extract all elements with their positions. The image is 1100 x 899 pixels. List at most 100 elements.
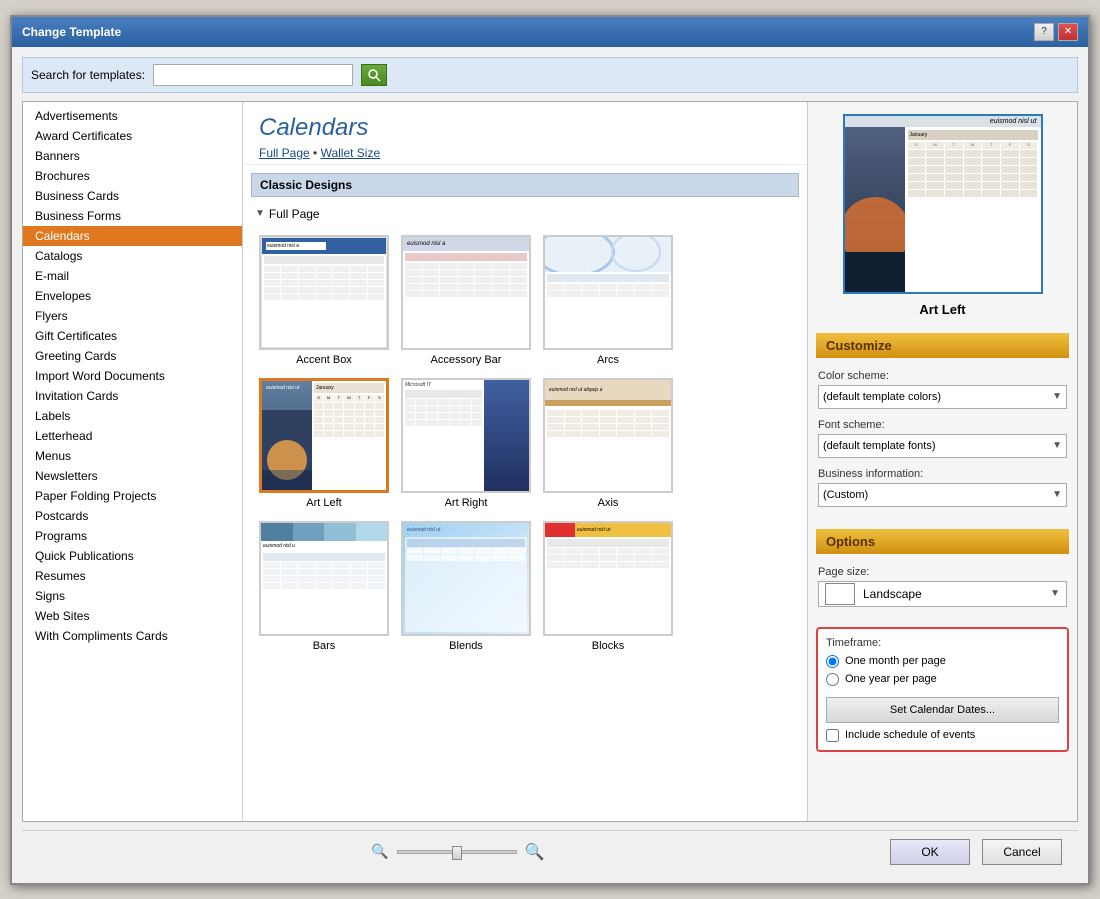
business-info-arrow: ▼ — [1052, 489, 1062, 500]
timeframe-box: Timeframe: One month per page One year p… — [816, 627, 1069, 752]
font-scheme-dropdown[interactable]: (default template fonts) ▼ — [818, 434, 1067, 458]
template-item-blends[interactable]: euismod nisl ut — [401, 521, 531, 652]
template-thumb-axis[interactable]: euismod nisl ut aliquip a — [543, 378, 673, 493]
sidebar-item-email[interactable]: E-mail — [23, 266, 242, 286]
subsection-label: Full Page — [269, 207, 320, 221]
sidebar-item-with-compliments[interactable]: With Compliments Cards — [23, 626, 242, 646]
page-size-dropdown[interactable]: Landscape ▼ — [818, 581, 1067, 607]
help-button[interactable]: ? — [1034, 23, 1054, 41]
accessory-bar-preview: euismod nisl a — [403, 237, 529, 348]
sidebar-item-web-sites[interactable]: Web Sites — [23, 606, 242, 626]
sidebar-item-advertisements[interactable]: Advertisements — [23, 106, 242, 126]
ok-button[interactable]: OK — [890, 839, 970, 865]
zoom-slider[interactable] — [397, 850, 517, 854]
sidebar-item-flyers[interactable]: Flyers — [23, 306, 242, 326]
sidebar-item-calendars[interactable]: Calendars — [23, 226, 242, 246]
left-panel[interactable]: Advertisements Award Certificates Banner… — [23, 102, 243, 821]
sidebar-item-brochures[interactable]: Brochures — [23, 166, 242, 186]
dialog-title: Change Template — [22, 25, 121, 39]
template-item-blocks[interactable]: euismod nisl ut — [543, 521, 673, 652]
sidebar-item-newsletters[interactable]: Newsletters — [23, 466, 242, 486]
radio-year-label: One year per page — [845, 673, 937, 685]
options-section: Page size: Landscape ▼ — [808, 558, 1077, 623]
dialog-window: Change Template ? ✕ Search for templates… — [10, 15, 1090, 885]
radio-month-label: One month per page — [845, 655, 946, 667]
radio-year-per-page[interactable]: One year per page — [826, 673, 1059, 686]
sidebar-item-envelopes[interactable]: Envelopes — [23, 286, 242, 306]
section-header-classic: Classic Designs — [251, 173, 799, 197]
preview-label: Art Left — [919, 302, 965, 317]
template-sizes: Full Page • Wallet Size — [259, 146, 791, 160]
customize-section: Color scheme: (default template colors) … — [808, 362, 1077, 525]
search-bar: Search for templates: — [22, 57, 1078, 93]
set-calendar-dates-button[interactable]: Set Calendar Dates... — [826, 697, 1059, 723]
template-item-bars[interactable]: euismod nisl u — [259, 521, 389, 652]
template-thumb-art-right[interactable]: Microsoft IT — [401, 378, 531, 493]
color-scheme-value: (default template colors) — [823, 391, 941, 403]
color-scheme-dropdown[interactable]: (default template colors) ▼ — [818, 385, 1067, 409]
sidebar-item-postcards[interactable]: Postcards — [23, 506, 242, 526]
templates-grid: euismod nisl a — [251, 231, 799, 664]
sidebar-item-quick-publications[interactable]: Quick Publications — [23, 546, 242, 566]
template-item-arcs[interactable]: Arcs — [543, 235, 673, 366]
include-schedule-option[interactable]: Include schedule of events — [826, 729, 1059, 742]
radio-month-per-page[interactable]: One month per page — [826, 655, 1059, 668]
radio-month-input[interactable] — [826, 655, 839, 668]
template-item-accent-box[interactable]: euismod nisl a — [259, 235, 389, 366]
bars-preview: euismod nisl u — [261, 523, 387, 634]
zoom-out-icon[interactable]: 🔍 — [371, 843, 388, 860]
template-thumb-accent-box[interactable]: euismod nisl a — [259, 235, 389, 350]
sidebar-item-programs[interactable]: Programs — [23, 526, 242, 546]
template-item-art-left[interactable]: euismod nisl ut January — [259, 378, 389, 509]
template-thumb-bars[interactable]: euismod nisl u — [259, 521, 389, 636]
include-schedule-checkbox[interactable] — [826, 729, 839, 742]
sidebar-item-letterhead[interactable]: Letterhead — [23, 426, 242, 446]
template-thumb-arcs[interactable] — [543, 235, 673, 350]
sidebar-item-business-forms[interactable]: Business Forms — [23, 206, 242, 226]
template-thumb-accessory-bar[interactable]: euismod nisl a — [401, 235, 531, 350]
templates-scroll[interactable]: Classic Designs ▼ Full Page euismod nisl… — [243, 165, 807, 821]
close-button[interactable]: ✕ — [1058, 23, 1078, 41]
sidebar-item-menus[interactable]: Menus — [23, 446, 242, 466]
search-button[interactable] — [361, 64, 387, 86]
collapse-icon[interactable]: ▼ — [255, 208, 265, 219]
template-name-art-left: Art Left — [306, 497, 341, 509]
sidebar-item-signs[interactable]: Signs — [23, 586, 242, 606]
business-info-dropdown[interactable]: (Custom) ▼ — [818, 483, 1067, 507]
sidebar-item-invitation-cards[interactable]: Invitation Cards — [23, 386, 242, 406]
sidebar-item-labels[interactable]: Labels — [23, 406, 242, 426]
preview-area: euismod nisl ut — [808, 102, 1077, 329]
sidebar-item-paper-folding[interactable]: Paper Folding Projects — [23, 486, 242, 506]
sidebar-item-banners[interactable]: Banners — [23, 146, 242, 166]
zoom-in-icon[interactable]: 🔍 — [525, 842, 545, 862]
blends-preview: euismod nisl ut — [403, 523, 529, 634]
sidebar-item-business-cards[interactable]: Business Cards — [23, 186, 242, 206]
size-full-page[interactable]: Full Page — [259, 146, 310, 160]
search-input[interactable] — [153, 64, 353, 86]
timeframe-label: Timeframe: — [826, 637, 1059, 649]
zoom-thumb[interactable] — [452, 846, 462, 860]
template-thumb-blends[interactable]: euismod nisl ut — [401, 521, 531, 636]
sidebar-item-import-word[interactable]: Import Word Documents — [23, 366, 242, 386]
page-size-container: Landscape ▼ — [818, 581, 1067, 607]
template-thumb-blocks[interactable]: euismod nisl ut — [543, 521, 673, 636]
template-item-axis[interactable]: euismod nisl ut aliquip a — [543, 378, 673, 509]
blocks-preview: euismod nisl ut — [545, 523, 671, 634]
template-name-bars: Bars — [313, 640, 336, 652]
cancel-button[interactable]: Cancel — [982, 839, 1062, 865]
sidebar-item-gift-certificates[interactable]: Gift Certificates — [23, 326, 242, 346]
sidebar-item-catalogs[interactable]: Catalogs — [23, 246, 242, 266]
template-name-arcs: Arcs — [597, 354, 619, 366]
sidebar-item-resumes[interactable]: Resumes — [23, 566, 242, 586]
sidebar-item-greeting-cards[interactable]: Greeting Cards — [23, 346, 242, 366]
page-size-value: Landscape — [863, 587, 922, 601]
sidebar-item-award-certificates[interactable]: Award Certificates — [23, 126, 242, 146]
sunset-svg — [262, 410, 312, 490]
template-item-accessory-bar[interactable]: euismod nisl a — [401, 235, 531, 366]
template-thumb-art-left[interactable]: euismod nisl ut January — [259, 378, 389, 493]
size-wallet[interactable]: Wallet Size — [321, 146, 381, 160]
radio-year-input[interactable] — [826, 673, 839, 686]
template-item-art-right[interactable]: Microsoft IT — [401, 378, 531, 509]
dialog-footer: 🔍 🔍 OK Cancel — [22, 830, 1078, 873]
search-label: Search for templates: — [31, 68, 145, 82]
